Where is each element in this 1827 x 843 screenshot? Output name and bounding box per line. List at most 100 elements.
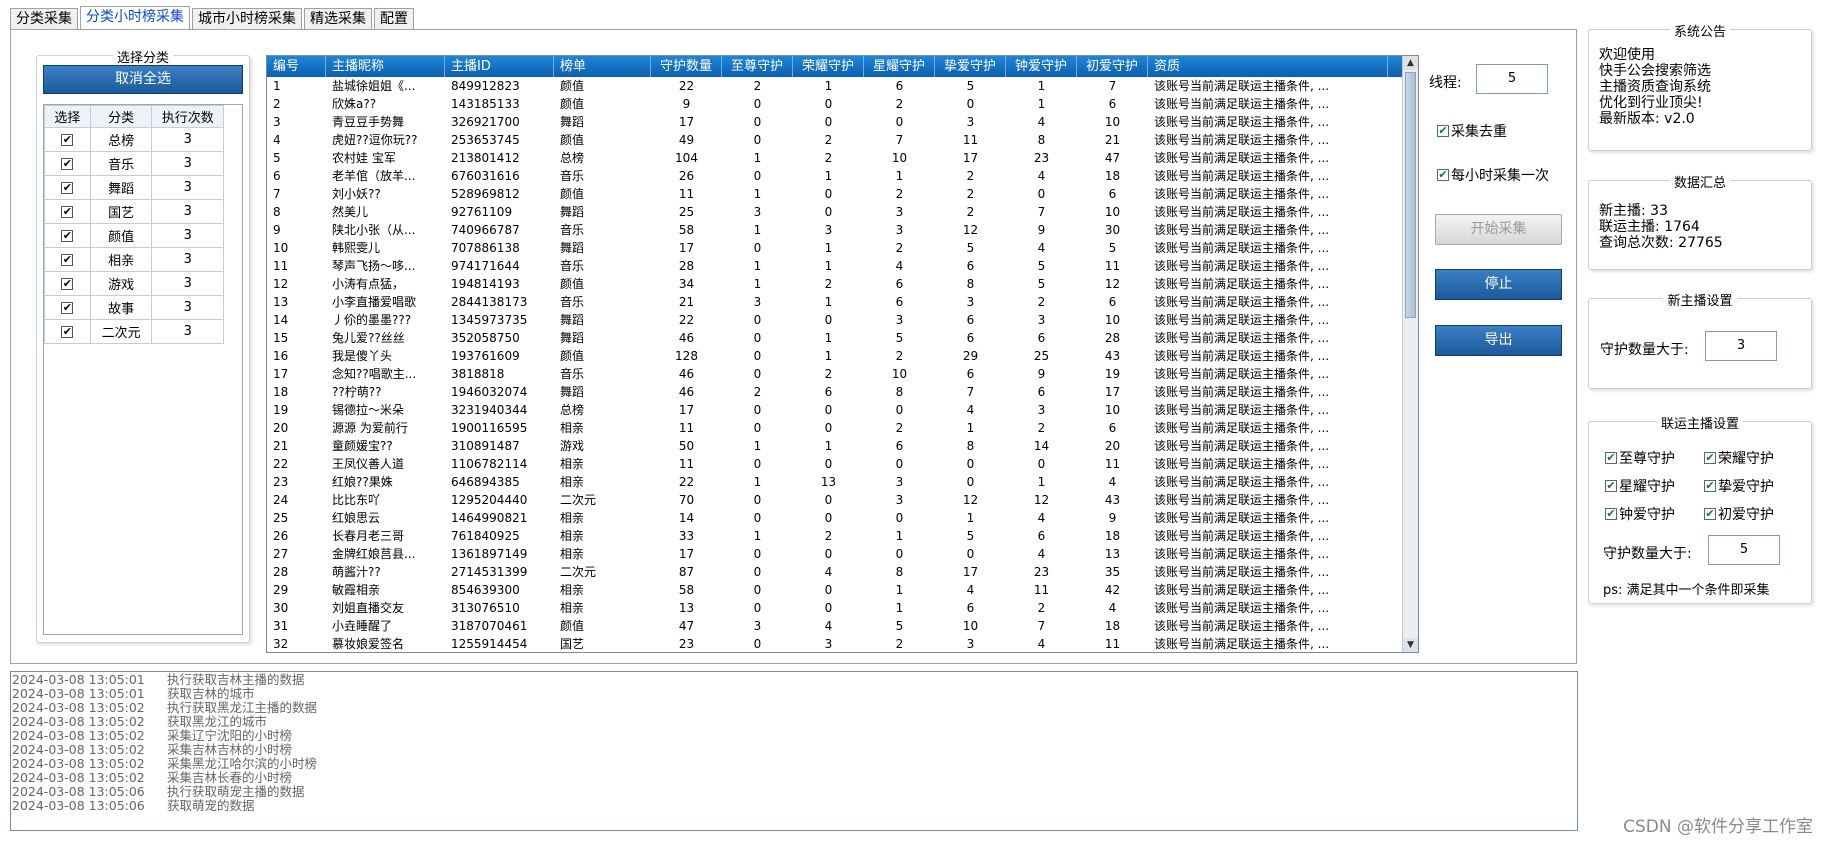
grid-header-cell[interactable]: 榜单 xyxy=(554,56,651,77)
table-row[interactable]: 20 源源 为爱前行 1900116595 相亲 11 0 0 2 1 2 6 该账号当前满足联运主播… xyxy=(267,419,1418,437)
grid-header-cell[interactable]: 星耀守护 xyxy=(864,56,935,77)
table-row[interactable]: 13 小李直播爱唱歌 2844138173 音乐 21 3 1 6 3 2 6 该账号当前满足联运主播… xyxy=(267,293,1418,311)
category-select-cell[interactable]: ✔ xyxy=(44,199,91,224)
table-row[interactable]: 2 欣姝a?? 143185133 颜值 9 0 0 2 0 1 6 该账号当前满足联运主播条件, .… xyxy=(267,95,1418,113)
table-row[interactable]: 7 刘小妖?? 528969812 颜值 11 1 0 2 2 0 6 该账号当前满足联运主播条件, … xyxy=(267,185,1418,203)
category-row[interactable]: ✔ 音乐 3 xyxy=(44,151,224,176)
grid-header-cell[interactable]: 至尊守护 xyxy=(722,56,793,77)
joint-check-xingyao[interactable]: ✔ 星耀守护 xyxy=(1605,476,1675,496)
category-select-cell[interactable]: ✔ xyxy=(44,295,91,320)
table-row[interactable]: 6 老羊倌（放羊... 676031616 音乐 26 0 1 1 2 4 18 该账号当前满足联运主… xyxy=(267,167,1418,185)
check-icon[interactable]: ✔ xyxy=(61,157,74,170)
table-row[interactable]: 21 童颜媛宝?? 310891487 游戏 50 1 1 6 8 14 20 该账号当前满足联运主播… xyxy=(267,437,1418,455)
threads-input[interactable]: 5 xyxy=(1476,64,1548,94)
table-row[interactable]: 14 丿伱的墨墨??? 1345973735 舞蹈 22 0 0 3 6 3 10 该账号当前满足联运… xyxy=(267,311,1418,329)
scroll-down-icon[interactable]: ▼ xyxy=(1403,638,1418,652)
category-select-cell[interactable]: ✔ xyxy=(44,223,91,248)
category-row[interactable]: ✔ 游戏 3 xyxy=(44,271,224,296)
check-icon[interactable]: ✔ xyxy=(61,253,74,266)
table-row[interactable]: 12 小涛有点猛， 194814193 颜值 34 1 2 6 8 5 12 该账号当前满足联运主播条… xyxy=(267,275,1418,293)
joint-check-zhizun[interactable]: ✔ 至尊守护 xyxy=(1605,448,1675,468)
category-row[interactable]: ✔ 国艺 3 xyxy=(44,199,224,224)
table-row[interactable]: 17 念知??唱歌主... 3818818 音乐 46 0 2 10 6 9 19 该账号当前满足联运… xyxy=(267,365,1418,383)
tab-category-collect[interactable]: 分类采集 xyxy=(10,8,78,30)
table-row[interactable]: 1 盐城徐姐姐《... 849912823 颜值 22 2 1 6 5 1 7 该账号当前满足联运主播… xyxy=(267,77,1418,95)
category-select-cell[interactable]: ✔ xyxy=(44,175,91,200)
table-row[interactable]: 27 金牌红娘莒县... 1361897149 相亲 17 0 0 0 0 4 13 该账号当前满足联… xyxy=(267,545,1418,563)
grid-header-cell[interactable]: 编号 xyxy=(267,56,326,77)
grid-header-cell[interactable]: 资质 xyxy=(1148,56,1388,77)
table-row[interactable]: 29 敏霞相亲 854639300 相亲 58 0 0 1 4 11 42 该账号当前满足联运主播条件… xyxy=(267,581,1418,599)
tab-featured-collect[interactable]: 精选采集 xyxy=(304,8,372,30)
table-row[interactable]: 9 陕北小张（从... 740966787 音乐 58 1 3 3 12 9 30 该账号当前满足联运… xyxy=(267,221,1418,239)
table-row[interactable]: 18 ??柠萌?? 1946032074 舞蹈 46 2 6 8 7 6 17 该账号当前满足联运主播… xyxy=(267,383,1418,401)
grid-scrollbar[interactable]: ▲ ▼ xyxy=(1402,56,1418,652)
scroll-up-icon[interactable]: ▲ xyxy=(1403,56,1418,70)
check-icon[interactable]: ✔ xyxy=(61,301,74,314)
joint-check-zhiai[interactable]: ✔ 挚爱守护 xyxy=(1704,476,1774,496)
check-icon[interactable]: ✔ xyxy=(1704,508,1716,520)
grid-header-cell[interactable]: 荣耀守护 xyxy=(793,56,864,77)
check-icon[interactable]: ✔ xyxy=(1704,480,1716,492)
check-icon[interactable]: ✔ xyxy=(1605,480,1617,492)
category-select-cell[interactable]: ✔ xyxy=(44,151,91,176)
scroll-thumb[interactable] xyxy=(1405,72,1416,318)
table-row[interactable]: 26 长春月老三哥 761840925 相亲 33 1 2 1 5 6 18 该账号当前满足联运主播条… xyxy=(267,527,1418,545)
grid-header-cell[interactable]: 初爱守护 xyxy=(1077,56,1148,77)
check-icon[interactable]: ✔ xyxy=(61,325,74,338)
table-row[interactable]: 22 王凤仪善人道 1106782114 相亲 11 0 0 0 0 0 11 该账号当前满足联运主播… xyxy=(267,455,1418,473)
grid-header-cell[interactable]: 挚爱守护 xyxy=(935,56,1006,77)
joint-check-rongyao[interactable]: ✔ 荣耀守护 xyxy=(1704,448,1774,468)
export-button[interactable]: 导出 xyxy=(1435,325,1562,356)
start-collect-button[interactable]: 开始采集 xyxy=(1435,214,1562,245)
category-select-cell[interactable]: ✔ xyxy=(44,319,91,344)
grid-header-cell[interactable]: 主播昵称 xyxy=(326,56,445,77)
category-row[interactable]: ✔ 故事 3 xyxy=(44,295,224,320)
category-row[interactable]: ✔ 总榜 3 xyxy=(44,127,224,152)
check-icon[interactable]: ✔ xyxy=(1605,452,1617,464)
check-icon[interactable]: ✔ xyxy=(61,229,74,242)
tab-config[interactable]: 配置 xyxy=(374,8,414,30)
table-row[interactable]: 11 琴声飞扬～哆... 974171644 音乐 28 1 1 4 6 5 11 该账号当前满足联运… xyxy=(267,257,1418,275)
table-row[interactable]: 25 红娘思云 1464990821 相亲 14 0 0 0 1 4 9 该账号当前满足联运主播条件,… xyxy=(267,509,1418,527)
joint-anchor-input[interactable]: 5 xyxy=(1708,535,1780,565)
table-row[interactable]: 5 农村娃 宝军 213801412 总榜 104 1 2 10 17 23 47 该账号当前满足联运… xyxy=(267,149,1418,167)
table-row[interactable]: 30 刘姐直播交友 313076510 相亲 13 0 0 1 6 2 4 该账号当前满足联运主播条件… xyxy=(267,599,1418,617)
table-row[interactable]: 19 锡德拉～米朵 3231940344 总榜 17 0 0 0 4 3 10 该账号当前满足联运主播… xyxy=(267,401,1418,419)
table-row[interactable]: 23 红娘??果姝 646894385 相亲 22 1 13 3 0 1 4 该账号当前满足联运主播条… xyxy=(267,473,1418,491)
grid-header-cell[interactable]: 钟爱守护 xyxy=(1006,56,1077,77)
joint-check-zhongai[interactable]: ✔ 钟爱守护 xyxy=(1605,504,1675,524)
category-select-cell[interactable]: ✔ xyxy=(44,271,91,296)
table-row[interactable]: 24 比比东吖 1295204440 二次元 70 0 0 3 12 12 43 该账号当前满足联运主… xyxy=(267,491,1418,509)
hourly-checkbox[interactable]: ✔ 每小时采集一次 xyxy=(1437,165,1549,185)
check-icon[interactable]: ✔ xyxy=(1605,508,1617,520)
check-icon[interactable]: ✔ xyxy=(61,277,74,290)
table-row[interactable]: 4 虎妞??逗你玩?? 253653745 颜值 49 0 2 7 11 8 21 该账号当前满足联运… xyxy=(267,131,1418,149)
category-row[interactable]: ✔ 舞蹈 3 xyxy=(44,175,224,200)
category-row[interactable]: ✔ 颜值 3 xyxy=(44,223,224,248)
table-row[interactable]: 3 青豆豆手势舞 326921700 舞蹈 17 0 0 0 3 4 10 该账号当前满足联运主播条件… xyxy=(267,113,1418,131)
table-row[interactable]: 10 韩熙雯儿 707886138 舞蹈 17 0 1 2 5 4 5 该账号当前满足联运主播条件, … xyxy=(267,239,1418,257)
category-row[interactable]: ✔ 相亲 3 xyxy=(44,247,224,272)
grid-header-cell[interactable]: 守护数量 xyxy=(651,56,722,77)
table-row[interactable]: 15 兔儿爱??丝丝 352058750 舞蹈 46 0 1 5 6 6 28 该账号当前满足联运主播… xyxy=(267,329,1418,347)
hourly-check-icon[interactable]: ✔ xyxy=(1437,169,1449,181)
table-row[interactable]: 31 小垚睡醒了 3187070461 颜值 47 3 4 5 10 7 18 该账号当前满足联运主播… xyxy=(267,617,1418,635)
new-anchor-input[interactable]: 3 xyxy=(1705,331,1777,361)
table-row[interactable]: 8 然美儿 92761109 舞蹈 25 3 0 3 2 7 10 该账号当前满足联运主播条件, ..… xyxy=(267,203,1418,221)
tab-category-hourly[interactable]: 分类小时榜采集 xyxy=(80,6,190,30)
stop-button[interactable]: 停止 xyxy=(1435,269,1562,300)
joint-check-chuai[interactable]: ✔ 初爱守护 xyxy=(1704,504,1774,524)
dedupe-checkbox[interactable]: ✔ 采集去重 xyxy=(1437,121,1507,141)
check-icon[interactable]: ✔ xyxy=(61,205,74,218)
category-row[interactable]: ✔ 二次元 3 xyxy=(44,319,224,344)
tab-city-hourly[interactable]: 城市小时榜采集 xyxy=(192,8,302,30)
table-row[interactable]: 32 慕妆娘爱签名 1255914454 国艺 23 0 3 2 3 4 11 该账号当前满足联运主播… xyxy=(267,635,1418,652)
grid-header-cell[interactable]: 主播ID xyxy=(445,56,554,77)
table-row[interactable]: 28 萌酱汁?? 2714531399 二次元 87 0 4 8 17 23 35 该账号当前满足联运… xyxy=(267,563,1418,581)
dedupe-check-icon[interactable]: ✔ xyxy=(1437,125,1449,137)
check-icon[interactable]: ✔ xyxy=(61,133,74,146)
deselect-all-button[interactable]: 取消全选 xyxy=(43,65,243,94)
check-icon[interactable]: ✔ xyxy=(1704,452,1716,464)
category-select-cell[interactable]: ✔ xyxy=(44,247,91,272)
